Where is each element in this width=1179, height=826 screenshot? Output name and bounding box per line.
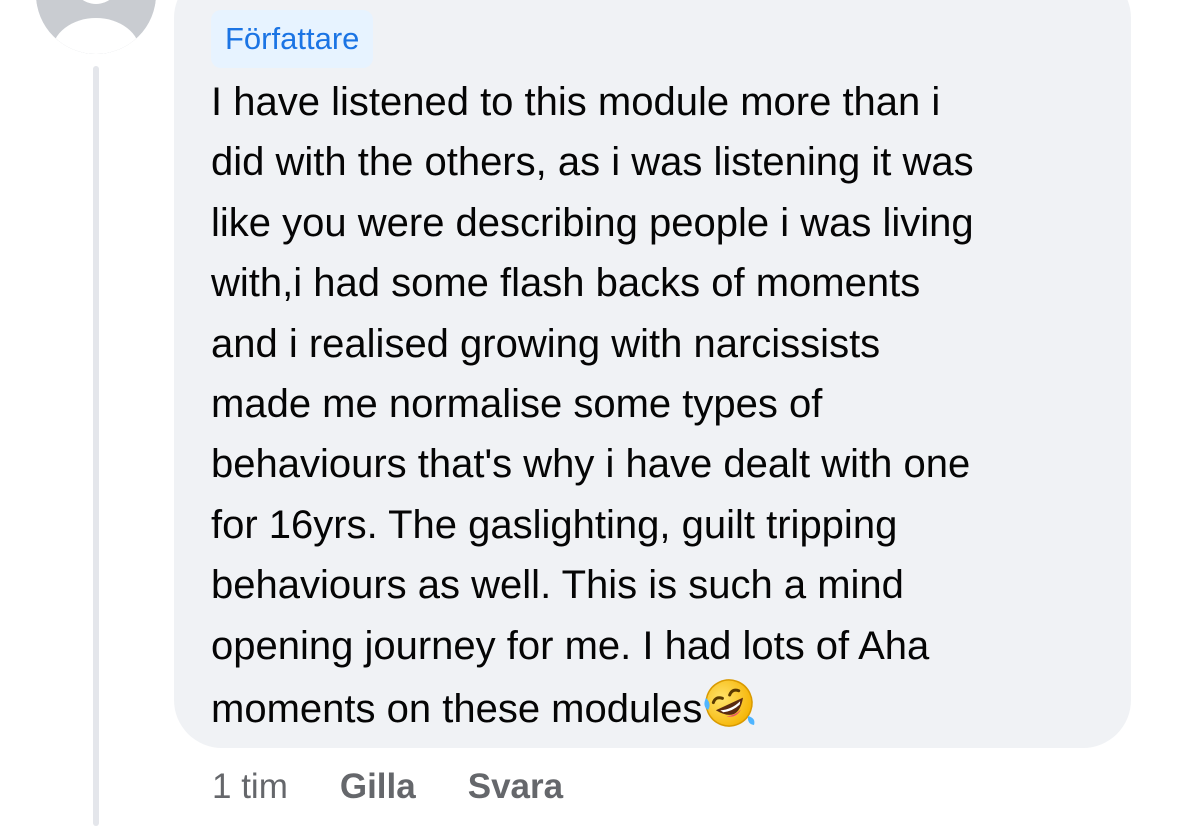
like-button[interactable]: Gilla	[340, 767, 416, 807]
comment-body: I have listened to this module more than…	[211, 72, 1111, 739]
comment-meta: 1 tim Gilla Svara	[212, 764, 563, 810]
avatar[interactable]	[36, 0, 156, 54]
default-profile-icon	[36, 0, 156, 54]
comment-text: I have listened to this module more than…	[211, 80, 974, 732]
timestamp[interactable]: 1 tim	[212, 767, 288, 807]
reply-button[interactable]: Svara	[468, 767, 563, 807]
thread-line	[93, 66, 99, 826]
author-badge: Författare	[211, 10, 374, 68]
rolling-laughing-emoji-icon	[704, 679, 755, 727]
